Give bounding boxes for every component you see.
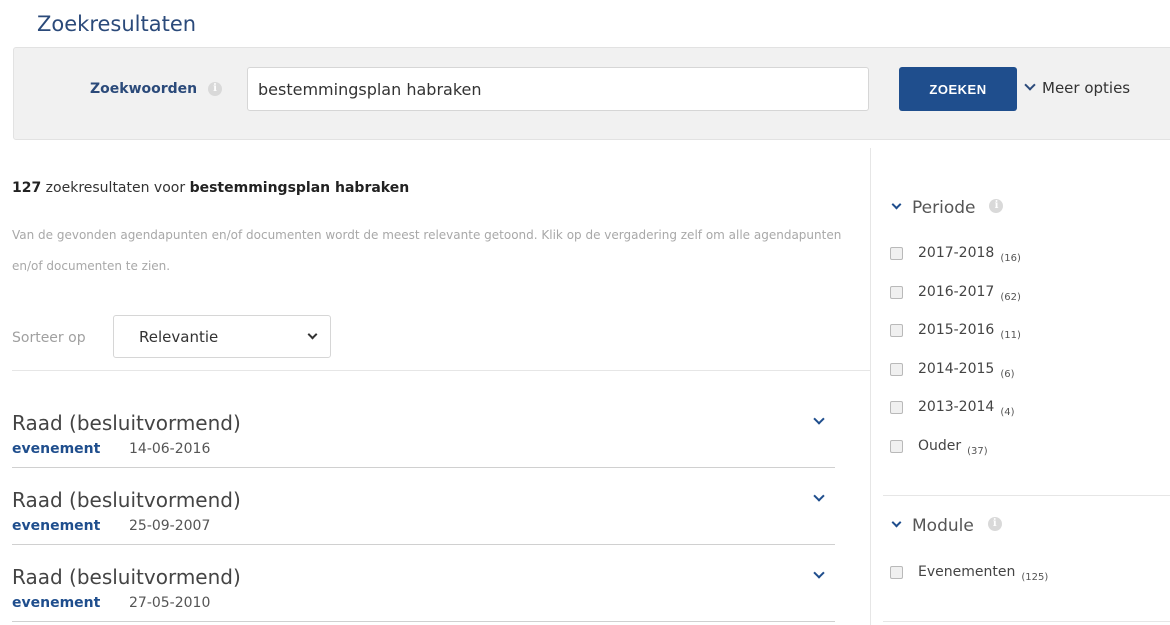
search-label: Zoekwoorden i [90, 81, 222, 97]
divider [12, 370, 870, 371]
column-divider [870, 148, 871, 625]
facet-option-count: (37) [967, 446, 988, 457]
facet-periode-title: Periode [912, 198, 976, 218]
facet-module-toggle[interactable]: Module i [891, 516, 1002, 536]
search-button[interactable]: ZOEKEN [899, 67, 1017, 111]
facet-module-title: Module [912, 516, 974, 536]
facet-option-count: (16) [1000, 253, 1021, 264]
result-item[interactable]: Raad (besluitvormend) evenement 27-05-20… [12, 565, 835, 622]
results-query: bestemmingsplan habraken [189, 180, 410, 196]
result-type: evenement [12, 441, 101, 457]
page-title: Zoekresultaten [37, 12, 197, 36]
info-icon[interactable]: i [987, 517, 1002, 531]
search-label-text: Zoekwoorden [90, 81, 198, 97]
checkbox[interactable] [890, 363, 903, 376]
checkbox[interactable] [890, 324, 903, 337]
checkbox[interactable] [890, 566, 903, 579]
facet-option-label: Ouder [918, 438, 962, 454]
chevron-down-icon[interactable] [813, 413, 825, 425]
result-type: evenement [12, 518, 101, 534]
facet-option-count: (4) [1000, 407, 1015, 418]
result-title[interactable]: Raad (besluitvormend) [12, 488, 241, 512]
chevron-down-icon [891, 199, 902, 209]
facet-option-label: 2014-2015 [918, 361, 995, 377]
facet-option-label: 2013-2014 [918, 399, 995, 415]
facet-option-count: (125) [1021, 572, 1049, 583]
chevron-down-icon [1024, 78, 1036, 91]
more-options-toggle[interactable]: Meer opties [1024, 78, 1131, 97]
facet-option-label: 2017-2018 [918, 245, 995, 261]
checkbox[interactable] [890, 286, 903, 299]
result-title[interactable]: Raad (besluitvormend) [12, 411, 241, 435]
results-summary: 127 zoekresultaten voor bestemmingsplan … [12, 180, 409, 196]
search-input[interactable] [247, 67, 869, 111]
chevron-down-icon[interactable] [813, 567, 825, 579]
checkbox[interactable] [890, 401, 903, 414]
facet-option-label: 2016-2017 [918, 284, 995, 300]
checkbox[interactable] [890, 247, 903, 260]
results-count: 127 [12, 180, 42, 196]
more-options-label: Meer opties [1042, 79, 1131, 97]
facet-option-count: (11) [1000, 330, 1021, 341]
info-icon[interactable]: i [208, 82, 222, 96]
result-title[interactable]: Raad (besluitvormend) [12, 565, 241, 589]
sort-select[interactable]: Relevantie [113, 315, 331, 358]
divider [883, 621, 1170, 622]
checkbox[interactable] [890, 440, 903, 453]
result-date: 25-09-2007 [129, 518, 211, 534]
result-item[interactable]: Raad (besluitvormend) evenement 14-06-20… [12, 411, 835, 468]
chevron-down-icon [307, 329, 318, 340]
divider [883, 495, 1170, 496]
facet-periode-toggle[interactable]: Periode i [891, 198, 1004, 218]
chevron-down-icon [891, 517, 902, 527]
search-panel: Zoekwoorden i ZOEKEN Meer opties [13, 47, 1170, 140]
sort-label: Sorteer op [12, 330, 86, 346]
facet-option-count: (6) [1000, 369, 1015, 380]
facet-option-label: 2015-2016 [918, 322, 995, 338]
results-summary-text: zoekresultaten voor [41, 180, 190, 196]
results-hint: Van de gevonden agendapunten en/of docum… [12, 228, 842, 273]
sort-select-value: Relevantie [139, 328, 219, 346]
result-type: evenement [12, 595, 101, 611]
info-icon[interactable]: i [989, 199, 1004, 213]
facet-option-label: Evenementen [918, 564, 1016, 580]
facet-option-count: (62) [1000, 292, 1021, 303]
chevron-down-icon[interactable] [813, 490, 825, 502]
result-date: 14-06-2016 [129, 441, 211, 457]
result-item[interactable]: Raad (besluitvormend) evenement 25-09-20… [12, 488, 835, 545]
result-date: 27-05-2010 [129, 595, 211, 611]
